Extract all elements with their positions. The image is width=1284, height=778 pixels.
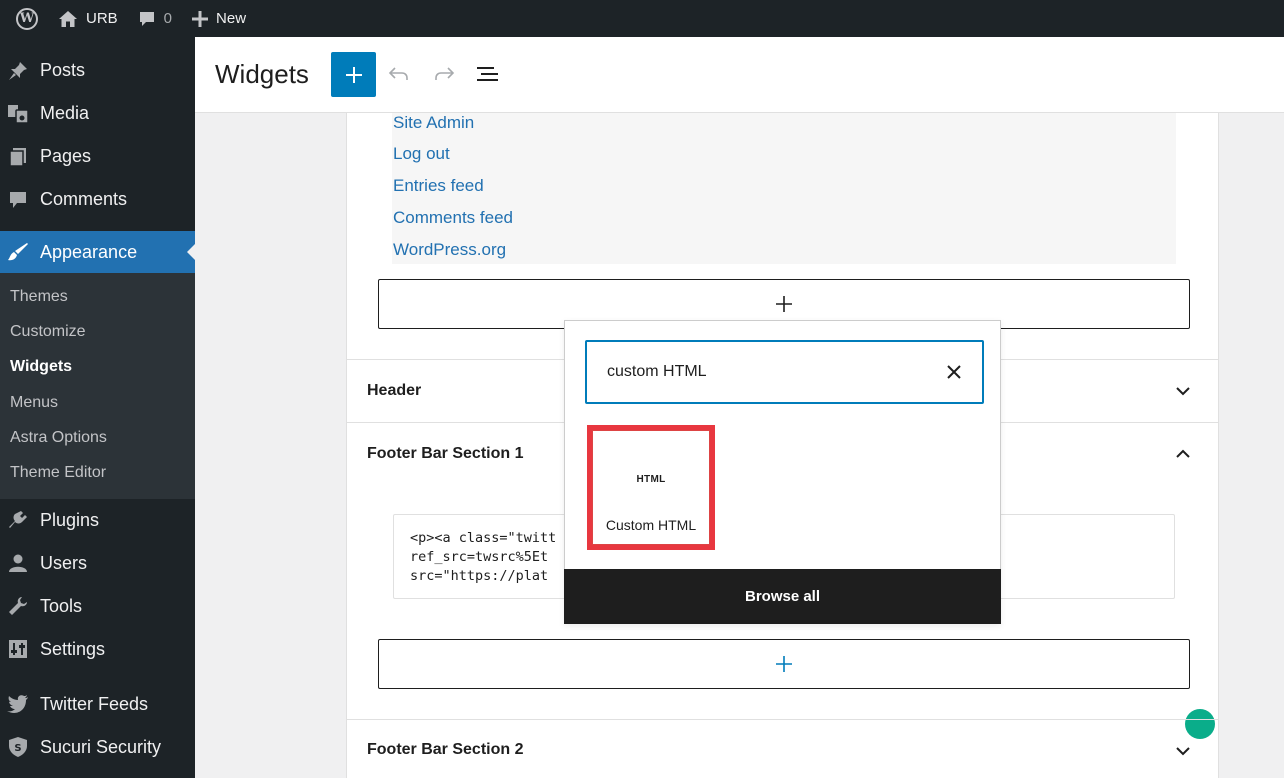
clear-search-button[interactable]	[944, 362, 964, 382]
sidebar-item-appearance[interactable]: Appearance	[0, 231, 195, 273]
sidebar-item-label: Settings	[40, 638, 106, 659]
widget-area-title: Footer Bar Section 2	[367, 740, 524, 758]
site-name: URB	[86, 10, 118, 27]
wordpress-logo-icon: W	[16, 7, 38, 30]
sidebar-item-users[interactable]: Users	[0, 542, 195, 585]
svg-text:S: S	[14, 743, 21, 754]
sidebar-item-label: Plugins	[40, 509, 100, 530]
paintbrush-icon	[7, 241, 29, 263]
editor-header: Widgets	[195, 37, 1284, 113]
comment-bubble-icon	[139, 11, 154, 26]
block-inserter-popover: HTML Custom HTML Browse all	[564, 320, 1001, 624]
wrench-icon	[7, 595, 29, 617]
new-label: New	[216, 10, 247, 27]
chevron-down-icon[interactable]	[1174, 382, 1192, 400]
widget-area-title: Footer Bar Section 1	[367, 444, 524, 462]
plus-icon	[345, 66, 362, 83]
block-search-input[interactable]	[587, 342, 927, 402]
pages-icon	[7, 146, 29, 168]
submenu-item-widgets[interactable]: Widgets	[0, 350, 195, 385]
wordpress-logo-menu[interactable]: W	[0, 0, 48, 37]
site-name-menu[interactable]: URB	[48, 0, 128, 37]
submenu-item-customize[interactable]: Customize	[0, 314, 195, 349]
chevron-down-icon[interactable]	[1174, 742, 1192, 760]
undo-button[interactable]	[386, 61, 412, 87]
sidebar-item-label: Sucuri Security	[40, 736, 162, 757]
link-entries-feed[interactable]: Entries feed	[393, 176, 484, 196]
link-log-out[interactable]: Log out	[393, 144, 450, 164]
submenu-item-astra-options[interactable]: Astra Options	[0, 420, 195, 455]
html-block-icon: HTML	[636, 474, 666, 485]
comment-count: 0	[163, 10, 173, 27]
submenu-item-menus[interactable]: Menus	[0, 385, 195, 420]
sidebar-item-posts[interactable]: Posts	[0, 49, 195, 92]
admin-bar: W URB 0 New	[0, 0, 1284, 37]
submenu-item-themes[interactable]: Themes	[0, 279, 195, 314]
link-comments-feed[interactable]: Comments feed	[393, 208, 513, 228]
sidebar-item-plugins[interactable]: Plugins	[0, 499, 195, 542]
plus-icon	[776, 296, 792, 312]
widget-area-title: Header	[367, 381, 422, 399]
meta-links-block[interactable]: Site Admin Log out Entries feed Comments…	[392, 113, 1176, 264]
close-icon	[947, 365, 961, 379]
block-search-box	[585, 340, 984, 404]
sidebar-item-label: Comments	[40, 189, 128, 209]
sidebar-item-label: Appearance	[40, 241, 138, 262]
add-block-button[interactable]	[331, 52, 376, 97]
widget-area-footer-bar-2[interactable]: Footer Bar Section 2	[347, 719, 1218, 778]
redo-icon	[435, 67, 455, 80]
submenu-item-theme-editor[interactable]: Theme Editor	[0, 455, 195, 490]
plugin-icon	[7, 509, 29, 531]
admin-sidebar: Posts Media Pages Comments Appearance Th…	[0, 37, 195, 778]
sidebar-item-label: Users	[40, 552, 88, 573]
comment-icon	[7, 189, 29, 211]
link-wordpress-org[interactable]: WordPress.org	[393, 240, 506, 260]
sidebar-item-media[interactable]: Media	[0, 92, 195, 135]
twitter-icon	[7, 693, 29, 715]
redo-button[interactable]	[431, 61, 457, 87]
appearance-submenu: Themes Customize Widgets Menus Astra Opt…	[0, 273, 195, 499]
page-title: Widgets	[215, 59, 309, 89]
sidebar-item-label: Twitter Feeds	[40, 693, 149, 714]
home-icon	[59, 10, 77, 27]
shield-icon: S	[7, 736, 29, 758]
browse-all-button[interactable]: Browse all	[564, 569, 1001, 624]
pin-icon	[7, 60, 29, 82]
sidebar-item-twitter-feeds[interactable]: Twitter Feeds	[0, 683, 195, 726]
plus-icon	[776, 656, 792, 672]
link-site-admin[interactable]: Site Admin	[393, 113, 474, 133]
undo-icon	[388, 67, 408, 80]
block-result-custom-html[interactable]: HTML Custom HTML	[587, 425, 715, 550]
block-appender-button[interactable]	[378, 639, 1190, 689]
list-view-icon	[477, 67, 498, 81]
comments-menu[interactable]: 0	[128, 0, 182, 37]
new-content-menu[interactable]: New	[182, 0, 256, 37]
sidebar-item-label: Tools	[40, 595, 83, 616]
sidebar-item-comments[interactable]: Comments	[0, 178, 195, 221]
sidebar-item-sucuri-security[interactable]: S Sucuri Security	[0, 726, 195, 769]
sidebar-item-label: Media	[40, 103, 90, 123]
sidebar-item-label: Pages	[40, 146, 92, 166]
chevron-up-icon[interactable]	[1174, 445, 1192, 463]
list-view-button[interactable]	[475, 61, 501, 87]
sidebar-item-pages[interactable]: Pages	[0, 135, 195, 178]
sidebar-item-label: Posts	[40, 60, 86, 80]
user-icon	[7, 552, 29, 574]
sidebar-item-settings[interactable]: Settings	[0, 628, 195, 671]
plus-icon	[192, 10, 209, 27]
sidebar-item-tools[interactable]: Tools	[0, 585, 195, 628]
settings-icon	[7, 638, 29, 660]
media-icon	[7, 103, 29, 125]
block-result-label: Custom HTML	[605, 517, 697, 533]
